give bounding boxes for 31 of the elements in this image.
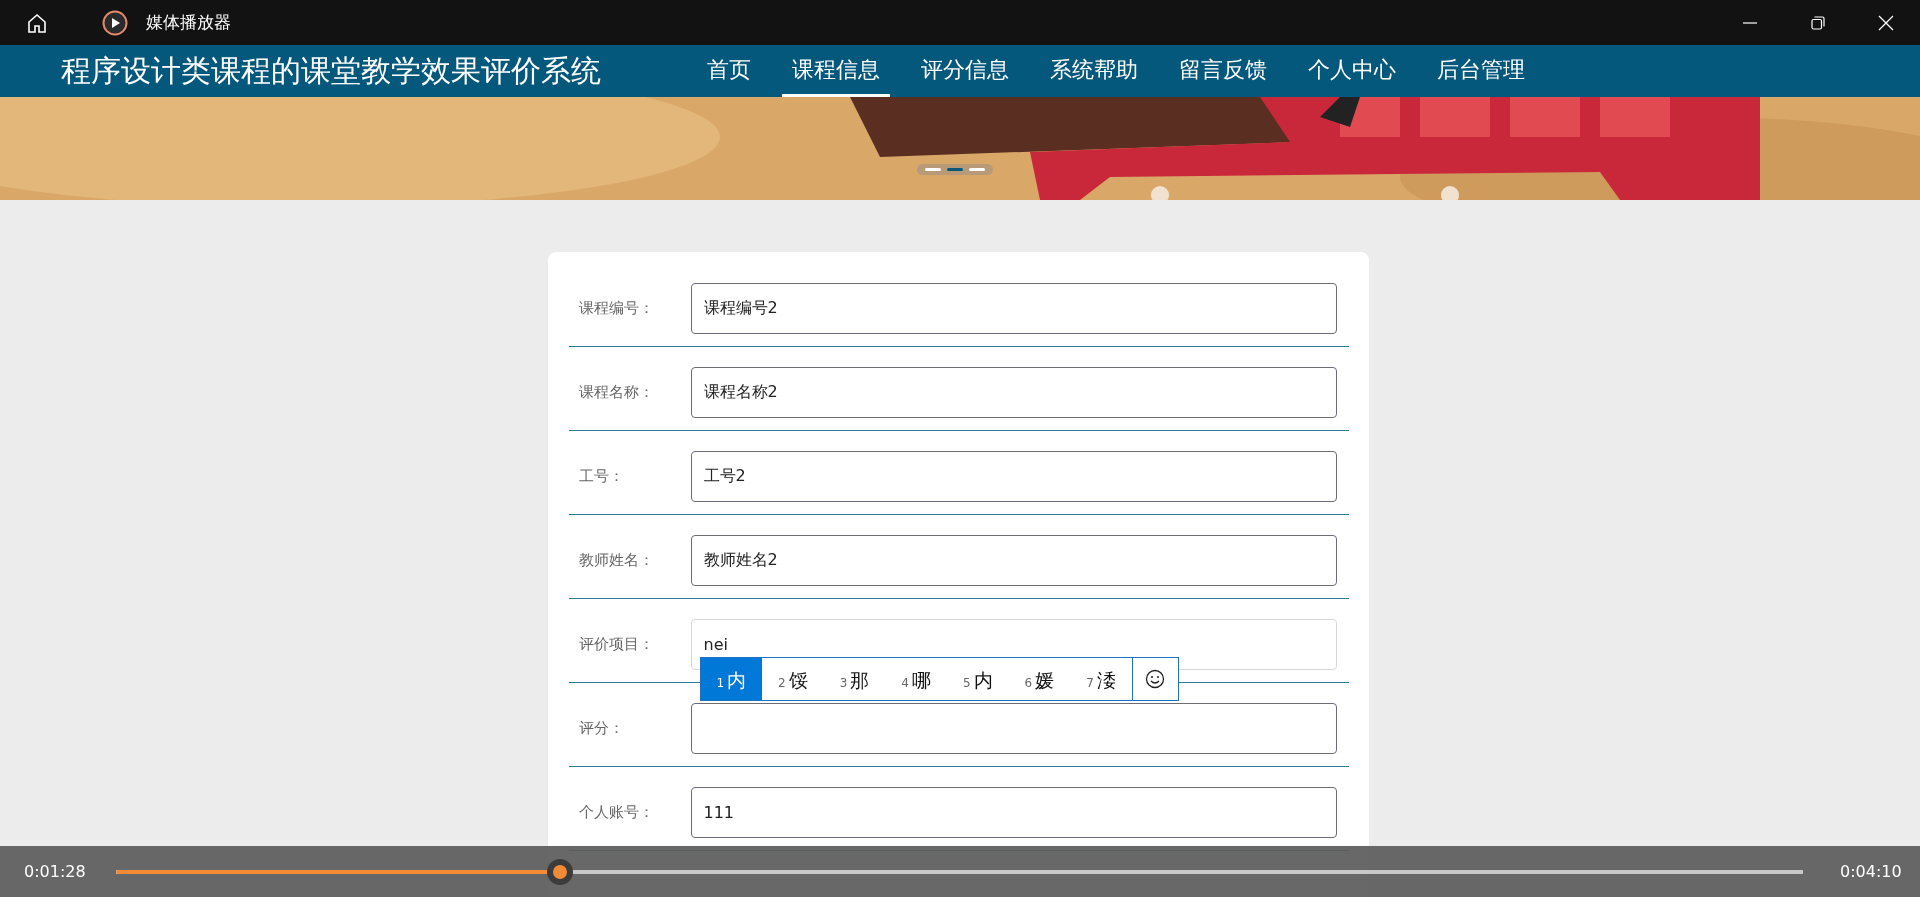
home-icon [26,11,48,34]
total-time: 0:04:10 [1839,862,1902,881]
field-label: 个人账号： [577,803,655,822]
restore-icon [1811,15,1825,30]
field-label: 课程编号： [577,299,655,318]
field-label: 评分： [577,719,625,738]
elapsed-time: 0:01:28 [23,862,87,881]
smiley-icon [1145,669,1166,689]
field-label: 工号： [577,467,625,486]
nav-link[interactable]: 留言反馈 [1169,45,1277,97]
minimize-icon [1743,21,1757,24]
field-label: 课程名称： [577,383,655,402]
input-field[interactable] [690,703,1337,754]
field-label: 教师姓名： [577,551,655,570]
input-field[interactable]: 课程名称2 [690,367,1337,418]
input-field[interactable]: 111 [690,787,1337,838]
seek-handle[interactable] [546,858,573,885]
play-icon [102,9,128,36]
ime-candidate[interactable]: 1 内 [700,658,763,700]
site-title: 程序设计类课程的课堂教学效果评价系统 [61,51,602,90]
nav-link[interactable]: 个人中心 [1298,45,1406,97]
close-icon [1878,14,1894,31]
nav-link[interactable]: 首页 [697,45,761,97]
field-label: 评价项目： [577,635,655,654]
nav-link[interactable]: 后台管理 [1427,45,1535,97]
input-field[interactable]: 教师姓名2 [690,535,1337,586]
input-field[interactable]: 工号2 [690,451,1337,502]
nav-link[interactable]: 系统帮助 [1040,45,1148,97]
input-field[interactable]: 课程编号2 [690,283,1337,334]
nav-link[interactable]: 评分信息 [911,45,1019,97]
window-title: 媒体播放器 [146,11,231,34]
